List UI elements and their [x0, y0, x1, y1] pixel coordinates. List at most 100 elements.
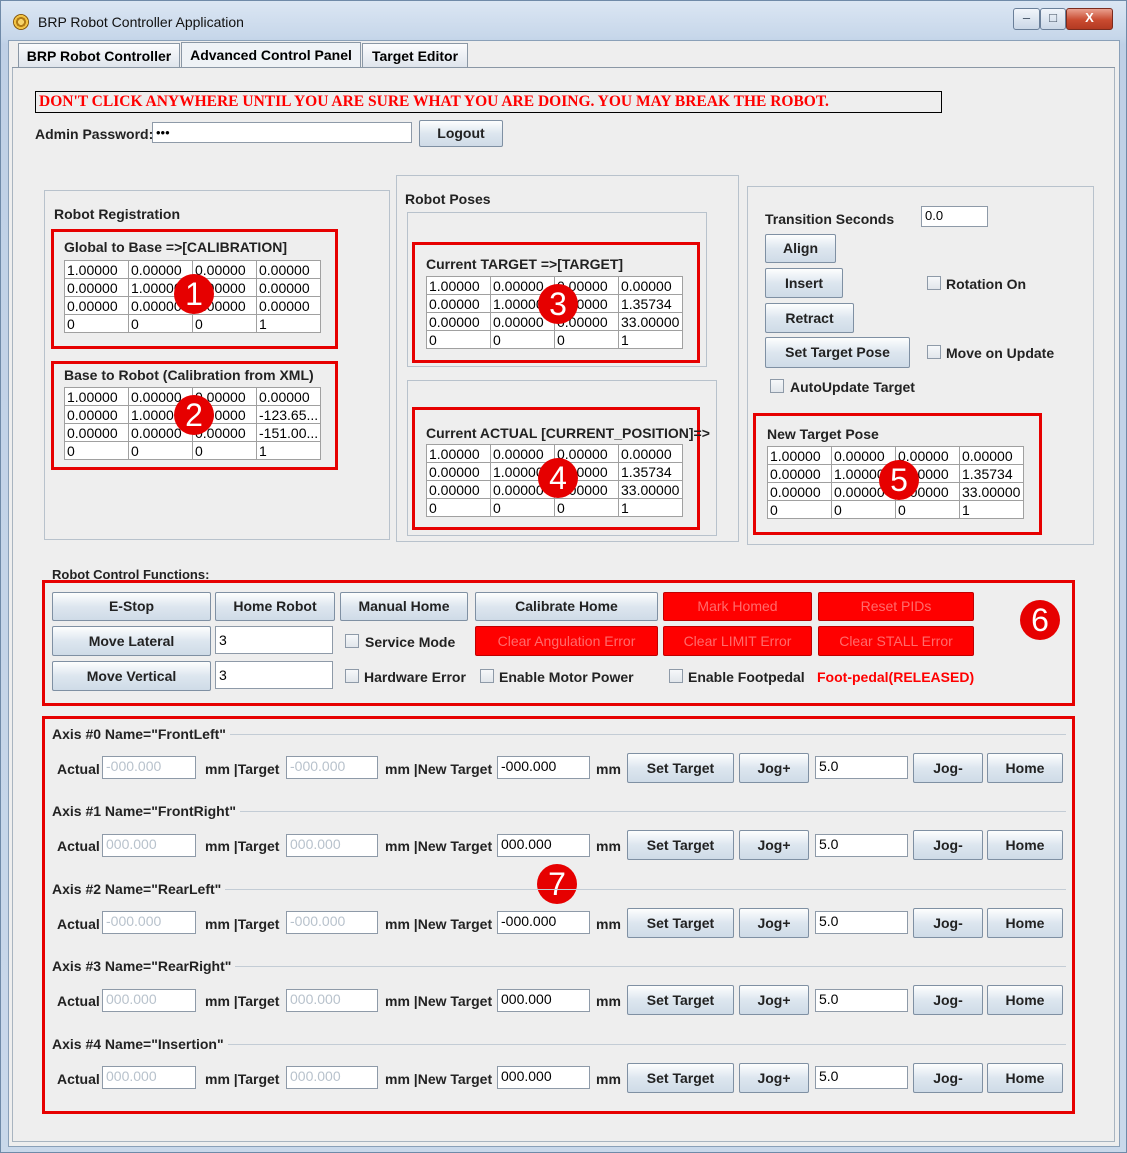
matrix-cell[interactable]: 0	[767, 500, 832, 519]
matrix-cell[interactable]: 0	[64, 441, 129, 460]
admin-password-field[interactable]: •••	[152, 122, 412, 143]
axis-2-actual-field[interactable]: -000.000	[102, 911, 196, 934]
retract-button[interactable]: Retract	[765, 303, 854, 333]
matrix-cell[interactable]: 1	[959, 500, 1024, 519]
matrix-cell[interactable]: 33.00000	[959, 482, 1024, 501]
matrix-cell[interactable]: 0	[490, 498, 555, 517]
manual-home-button[interactable]: Manual Home	[340, 592, 468, 621]
axis-2-set-target-button[interactable]: Set Target	[627, 908, 734, 938]
axis-3-jog-step-field[interactable]: 5.0	[815, 989, 908, 1012]
matrix-cell[interactable]: 0.00000	[64, 278, 129, 297]
estop-button[interactable]: E-Stop	[52, 592, 211, 621]
autoupdate-target-checkbox[interactable]	[770, 379, 784, 393]
matrix-cell[interactable]: 0.00000	[256, 387, 321, 406]
axis-3-jog-plus-button[interactable]: Jog+	[739, 985, 809, 1015]
matrix-cell[interactable]: 1	[256, 441, 321, 460]
move-lateral-button[interactable]: Move Lateral	[52, 626, 211, 656]
axis-3-jog-minus-button[interactable]: Jog-	[913, 985, 983, 1015]
axis-3-new-target-field[interactable]: 000.000	[497, 989, 590, 1012]
matrix-cell[interactable]: 0.00000	[256, 278, 321, 297]
title-bar[interactable]: BRP Robot Controller Application ‒ □ X	[0, 0, 1127, 40]
transition-seconds-field[interactable]: 0.0	[921, 206, 988, 227]
set-target-pose-button[interactable]: Set Target Pose	[765, 337, 910, 368]
axis-3-home-button[interactable]: Home	[987, 985, 1063, 1015]
matrix-cell[interactable]: 0	[192, 314, 257, 333]
calibrate-home-button[interactable]: Calibrate Home	[475, 592, 658, 621]
axis-0-set-target-button[interactable]: Set Target	[627, 753, 734, 783]
matrix-cell[interactable]: 0	[895, 500, 960, 519]
axis-4-jog-step-field[interactable]: 5.0	[815, 1066, 908, 1089]
axis-0-actual-field[interactable]: -000.000	[102, 756, 196, 779]
matrix-cell[interactable]: 1	[256, 314, 321, 333]
matrix-cell[interactable]: 0.00000	[64, 423, 129, 442]
tab-advanced-control-panel[interactable]: Advanced Control Panel	[181, 42, 361, 68]
matrix-cell[interactable]: 0.00000	[256, 260, 321, 279]
matrix-cell[interactable]: 0.00000	[426, 294, 491, 313]
matrix-cell[interactable]: 1.00000	[767, 446, 832, 465]
matrix-cell[interactable]: 1.35734	[618, 462, 683, 481]
axis-3-target-field[interactable]: 000.000	[286, 989, 378, 1012]
move-vertical-button[interactable]: Move Vertical	[52, 661, 211, 691]
tab-target-editor[interactable]: Target Editor	[362, 43, 468, 67]
maximize-button[interactable]: □	[1040, 8, 1066, 30]
move-vertical-field[interactable]: 3	[215, 661, 333, 689]
matrix-cell[interactable]: 0.00000	[490, 444, 555, 463]
matrix-cell[interactable]: 1	[618, 330, 683, 349]
matrix-cell[interactable]: 33.00000	[618, 480, 683, 499]
mark-homed-button[interactable]: Mark Homed	[663, 592, 812, 621]
matrix-cell[interactable]: 1.35734	[959, 464, 1024, 483]
matrix-cell[interactable]: -151.00...	[256, 423, 321, 442]
reset-pids-button[interactable]: Reset PIDs	[818, 592, 974, 621]
insert-button[interactable]: Insert	[765, 268, 843, 298]
axis-3-set-target-button[interactable]: Set Target	[627, 985, 734, 1015]
clear-limit-error-button[interactable]: Clear LIMIT Error	[663, 626, 812, 656]
matrix-cell[interactable]: 1.00000	[426, 444, 491, 463]
axis-4-home-button[interactable]: Home	[987, 1063, 1063, 1093]
tab-brp-robot-controller[interactable]: BRP Robot Controller	[18, 43, 180, 67]
axis-4-set-target-button[interactable]: Set Target	[627, 1063, 734, 1093]
matrix-cell[interactable]: 1.35734	[618, 294, 683, 313]
axis-2-jog-minus-button[interactable]: Jog-	[913, 908, 983, 938]
axis-1-actual-field[interactable]: 000.000	[102, 834, 196, 857]
matrix-cell[interactable]: 33.00000	[618, 312, 683, 331]
matrix-cell[interactable]: 0.00000	[426, 312, 491, 331]
matrix-cell[interactable]: 0.00000	[767, 482, 832, 501]
axis-1-jog-step-field[interactable]: 5.0	[815, 834, 908, 857]
matrix-cell[interactable]: 0.00000	[618, 444, 683, 463]
axis-4-target-field[interactable]: 000.000	[286, 1066, 378, 1089]
rotation-on-checkbox[interactable]	[927, 276, 941, 290]
axis-0-jog-plus-button[interactable]: Jog+	[739, 753, 809, 783]
logout-button[interactable]: Logout	[419, 120, 503, 147]
axis-0-jog-minus-button[interactable]: Jog-	[913, 753, 983, 783]
matrix-cell[interactable]: 0.00000	[426, 462, 491, 481]
service-mode-checkbox[interactable]	[345, 634, 359, 648]
matrix-cell[interactable]: 0.00000	[64, 296, 129, 315]
matrix-cell[interactable]: 0.00000	[618, 276, 683, 295]
axis-0-home-button[interactable]: Home	[987, 753, 1063, 783]
matrix-cell[interactable]: 1	[618, 498, 683, 517]
matrix-cell[interactable]: 0	[128, 314, 193, 333]
enable-footpedal-checkbox[interactable]	[669, 669, 683, 683]
hardware-error-checkbox[interactable]	[345, 669, 359, 683]
matrix-cell[interactable]: 0.00000	[959, 446, 1024, 465]
axis-1-new-target-field[interactable]: 000.000	[497, 834, 590, 857]
matrix-cell[interactable]: 0	[490, 330, 555, 349]
matrix-cell[interactable]: 0.00000	[426, 480, 491, 499]
matrix-cell[interactable]: 0	[554, 498, 619, 517]
axis-3-actual-field[interactable]: 000.000	[102, 989, 196, 1012]
axis-2-home-button[interactable]: Home	[987, 908, 1063, 938]
axis-0-target-field[interactable]: -000.000	[286, 756, 378, 779]
axis-2-target-field[interactable]: -000.000	[286, 911, 378, 934]
clear-stall-error-button[interactable]: Clear STALL Error	[818, 626, 974, 656]
matrix-cell[interactable]: 0	[831, 500, 896, 519]
matrix-cell[interactable]: 0	[554, 330, 619, 349]
axis-0-jog-step-field[interactable]: 5.0	[815, 756, 908, 779]
matrix-cell[interactable]: 0.00000	[831, 446, 896, 465]
axis-0-new-target-field[interactable]: -000.000	[497, 756, 590, 779]
axis-4-actual-field[interactable]: 000.000	[102, 1066, 196, 1089]
matrix-cell[interactable]: 0	[426, 498, 491, 517]
matrix-cell[interactable]: 0.00000	[767, 464, 832, 483]
enable-motor-power-checkbox[interactable]	[480, 669, 494, 683]
matrix-cell[interactable]: 0.00000	[256, 296, 321, 315]
matrix-cell[interactable]: -123.65...	[256, 405, 321, 424]
